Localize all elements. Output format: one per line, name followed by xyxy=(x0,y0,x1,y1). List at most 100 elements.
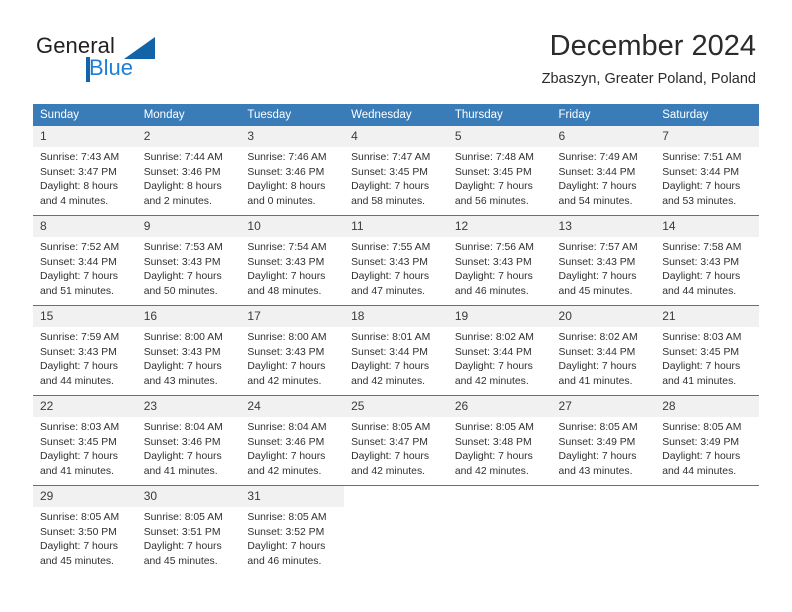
calendar-day-cell[interactable]: 5 Sunrise: 7:48 AM Sunset: 3:45 PM Daylight… xyxy=(447,126,552,216)
day-details: Sunrise: 8:02 AM Sunset: 3:44 PM Daylight:… xyxy=(552,327,656,389)
daylight-text: Daylight: 7 hours and 44 minutes. xyxy=(662,271,741,297)
sunrise-text: Sunrise: 7:52 AM xyxy=(40,242,120,253)
calendar-day-cell[interactable]: 30 Sunrise: 8:05 AM Sunset: 3:51 PM Dayligh… xyxy=(136,485,241,575)
calendar-grid: Sunday Monday Tuesday Wednesday Thursday… xyxy=(33,104,759,575)
calendar-day-cell[interactable]: 29 Sunrise: 8:05 AM Sunset: 3:50 PM Dayligh… xyxy=(33,485,137,575)
day-details xyxy=(552,507,656,511)
day-number: 4 xyxy=(344,126,448,147)
day-details: Sunrise: 7:57 AM Sunset: 3:43 PM Daylight:… xyxy=(552,237,656,299)
calendar-day-cell[interactable]: 10 Sunrise: 7:54 AM Sunset: 3:43 PM Dayligh… xyxy=(240,215,345,306)
calendar-day-cell[interactable]: 27 Sunrise: 8:05 AM Sunset: 3:49 PM Dayligh… xyxy=(551,395,656,486)
day-number: 16 xyxy=(136,306,241,327)
sunrise-text: Sunrise: 7:46 AM xyxy=(247,152,327,163)
day-number: 18 xyxy=(344,306,448,327)
sunrise-text: Sunrise: 7:48 AM xyxy=(454,152,534,163)
day-number: 28 xyxy=(655,396,759,417)
weekday-header-friday: Friday xyxy=(551,104,656,126)
calendar-day-cell[interactable]: 2 Sunrise: 7:44 AM Sunset: 3:46 PM Daylight… xyxy=(136,126,241,216)
day-number: 29 xyxy=(33,486,137,507)
calendar-day-cell[interactable]: 31 Sunrise: 8:05 AM Sunset: 3:52 PM Dayligh… xyxy=(240,485,345,575)
calendar-day-cell[interactable]: 19 Sunrise: 8:02 AM Sunset: 3:44 PM Dayligh… xyxy=(447,305,552,396)
calendar-day-cell[interactable]: 28 Sunrise: 8:05 AM Sunset: 3:49 PM Dayligh… xyxy=(655,395,759,486)
day-details: Sunrise: 8:05 AM Sunset: 3:49 PM Daylight:… xyxy=(655,417,759,479)
calendar-day-cell[interactable]: 11 Sunrise: 7:55 AM Sunset: 3:43 PM Dayligh… xyxy=(344,215,448,306)
calendar-day-cell[interactable]: 7 Sunrise: 7:51 AM Sunset: 3:44 PM Daylight… xyxy=(655,126,759,216)
daylight-text: Daylight: 8 hours and 0 minutes. xyxy=(247,181,326,207)
day-details: Sunrise: 7:56 AM Sunset: 3:43 PM Daylight:… xyxy=(448,237,552,299)
sunset-text: Sunset: 3:43 PM xyxy=(40,346,117,358)
calendar-day-cell[interactable]: 6 Sunrise: 7:49 AM Sunset: 3:44 PM Daylight… xyxy=(551,126,656,216)
calendar-day-cell[interactable]: 1 Sunrise: 7:43 AM Sunset: 3:47 PM Daylight… xyxy=(33,126,137,216)
calendar-day-cell[interactable]: 14 Sunrise: 7:58 AM Sunset: 3:43 PM Dayligh… xyxy=(655,215,759,306)
calendar-day-cell[interactable]: 16 Sunrise: 8:00 AM Sunset: 3:43 PM Dayligh… xyxy=(136,305,241,396)
sunrise-text: Sunrise: 8:01 AM xyxy=(351,332,431,343)
day-number: 7 xyxy=(655,126,759,147)
sunrise-text: Sunrise: 8:05 AM xyxy=(40,512,120,523)
day-number: 25 xyxy=(344,396,448,417)
daylight-text: Daylight: 7 hours and 50 minutes. xyxy=(143,271,222,297)
day-details: Sunrise: 7:48 AM Sunset: 3:45 PM Daylight:… xyxy=(448,147,552,209)
day-number: 8 xyxy=(33,216,137,237)
calendar-day-cell[interactable]: 25 Sunrise: 8:05 AM Sunset: 3:47 PM Dayligh… xyxy=(344,395,448,486)
day-number: 6 xyxy=(551,126,656,147)
daylight-text: Daylight: 7 hours and 43 minutes. xyxy=(558,451,637,477)
calendar-day-cell[interactable]: 4 Sunrise: 7:47 AM Sunset: 3:45 PM Daylight… xyxy=(344,126,448,216)
daylight-text: Daylight: 7 hours and 45 minutes. xyxy=(558,271,637,297)
day-number xyxy=(447,486,552,507)
sunrise-text: Sunrise: 7:51 AM xyxy=(662,152,742,163)
calendar-day-cell[interactable]: 12 Sunrise: 7:56 AM Sunset: 3:43 PM Dayligh… xyxy=(447,215,552,306)
day-number: 10 xyxy=(240,216,345,237)
calendar-day-cell[interactable]: 23 Sunrise: 8:04 AM Sunset: 3:46 PM Dayligh… xyxy=(136,395,241,486)
day-number: 13 xyxy=(551,216,656,237)
day-details: Sunrise: 8:02 AM Sunset: 3:44 PM Daylight:… xyxy=(448,327,552,389)
calendar-day-cell[interactable]: 18 Sunrise: 8:01 AM Sunset: 3:44 PM Dayligh… xyxy=(344,305,448,396)
sunrise-text: Sunrise: 7:59 AM xyxy=(40,332,120,343)
calendar-day-cell[interactable]: 20 Sunrise: 8:02 AM Sunset: 3:44 PM Dayligh… xyxy=(551,305,656,396)
day-number: 11 xyxy=(344,216,448,237)
sunrise-text: Sunrise: 7:56 AM xyxy=(454,242,534,253)
calendar-day-cell[interactable]: 17 Sunrise: 8:00 AM Sunset: 3:43 PM Dayligh… xyxy=(240,305,345,396)
sunrise-text: Sunrise: 8:05 AM xyxy=(454,422,534,433)
day-number: 12 xyxy=(447,216,552,237)
sunset-text: Sunset: 3:45 PM xyxy=(454,166,532,178)
daylight-text: Daylight: 8 hours and 2 minutes. xyxy=(143,181,222,207)
sunset-text: Sunset: 3:44 PM xyxy=(454,346,532,358)
calendar-day-cell-empty xyxy=(655,485,759,575)
sunrise-text: Sunrise: 7:44 AM xyxy=(143,152,223,163)
page-title: December 2024 xyxy=(549,30,756,62)
day-details: Sunrise: 8:04 AM Sunset: 3:46 PM Daylight:… xyxy=(137,417,241,479)
daylight-text: Daylight: 7 hours and 41 minutes. xyxy=(40,451,118,477)
sunset-text: Sunset: 3:45 PM xyxy=(662,346,740,358)
day-details: Sunrise: 8:03 AM Sunset: 3:45 PM Daylight:… xyxy=(33,417,137,479)
daylight-text: Daylight: 7 hours and 41 minutes. xyxy=(662,361,741,387)
sunrise-text: Sunrise: 7:49 AM xyxy=(558,152,638,163)
daylight-text: Daylight: 7 hours and 42 minutes. xyxy=(247,451,326,477)
calendar-day-cell[interactable]: 26 Sunrise: 8:05 AM Sunset: 3:48 PM Dayligh… xyxy=(447,395,552,486)
sunset-text: Sunset: 3:50 PM xyxy=(40,526,117,538)
day-details: Sunrise: 7:44 AM Sunset: 3:46 PM Daylight:… xyxy=(137,147,241,209)
sunset-text: Sunset: 3:43 PM xyxy=(351,256,428,268)
day-details: Sunrise: 7:43 AM Sunset: 3:47 PM Daylight:… xyxy=(33,147,137,209)
day-details: Sunrise: 7:55 AM Sunset: 3:43 PM Daylight:… xyxy=(344,237,448,299)
daylight-text: Daylight: 7 hours and 42 minutes. xyxy=(351,451,430,477)
calendar-day-cell[interactable]: 13 Sunrise: 7:57 AM Sunset: 3:43 PM Dayligh… xyxy=(551,215,656,306)
calendar-day-cell[interactable]: 22 Sunrise: 8:03 AM Sunset: 3:45 PM Dayligh… xyxy=(33,395,137,486)
calendar-header-row: Sunday Monday Tuesday Wednesday Thursday… xyxy=(33,104,759,126)
calendar-day-cell[interactable]: 8 Sunrise: 7:52 AM Sunset: 3:44 PM Daylight… xyxy=(33,215,137,306)
calendar-day-cell[interactable]: 15 Sunrise: 7:59 AM Sunset: 3:43 PM Dayligh… xyxy=(33,305,137,396)
calendar-day-cell[interactable]: 9 Sunrise: 7:53 AM Sunset: 3:43 PM Daylight… xyxy=(136,215,241,306)
daylight-text: Daylight: 7 hours and 48 minutes. xyxy=(247,271,326,297)
sunrise-text: Sunrise: 8:05 AM xyxy=(143,512,223,523)
calendar-week-row: 29 Sunrise: 8:05 AM Sunset: 3:50 PM Dayligh… xyxy=(33,485,759,575)
day-details: Sunrise: 7:49 AM Sunset: 3:44 PM Daylight:… xyxy=(552,147,656,209)
sunset-text: Sunset: 3:46 PM xyxy=(247,436,325,448)
calendar-day-cell[interactable]: 3 Sunrise: 7:46 AM Sunset: 3:46 PM Daylight… xyxy=(240,126,345,216)
sunset-text: Sunset: 3:51 PM xyxy=(143,526,221,538)
calendar-day-cell[interactable]: 24 Sunrise: 8:04 AM Sunset: 3:46 PM Dayligh… xyxy=(240,395,345,486)
day-number: 23 xyxy=(136,396,241,417)
calendar-week-row: 8 Sunrise: 7:52 AM Sunset: 3:44 PM Daylight… xyxy=(33,215,759,306)
calendar-day-cell[interactable]: 21 Sunrise: 8:03 AM Sunset: 3:45 PM Dayligh… xyxy=(655,305,759,396)
daylight-text: Daylight: 7 hours and 42 minutes. xyxy=(351,361,430,387)
brand-logo[interactable]: General Blue xyxy=(36,33,246,91)
sunset-text: Sunset: 3:46 PM xyxy=(143,436,221,448)
